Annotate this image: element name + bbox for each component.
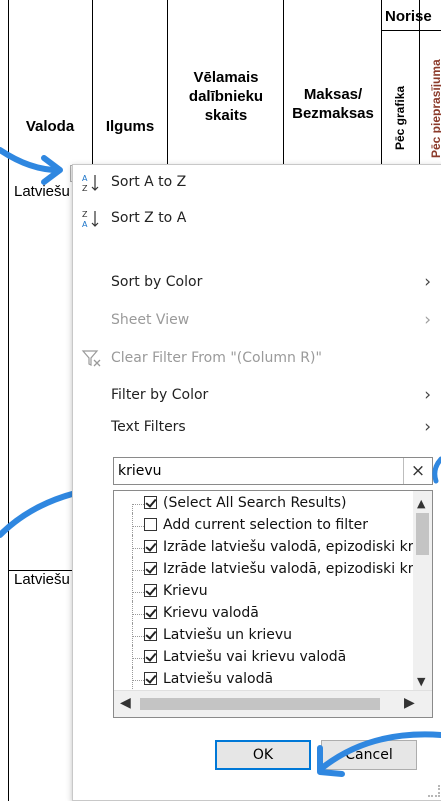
list-item-label: Latviešu un krievu bbox=[163, 627, 292, 643]
column-header-pec-grafika: Pēc grafika bbox=[393, 85, 407, 150]
tree-line bbox=[132, 548, 144, 550]
sort-ascending-icon: A Z bbox=[82, 174, 99, 193]
filter-values-list: (Select All Search Results) Add current … bbox=[113, 490, 433, 718]
grid-line bbox=[8, 0, 9, 801]
cell-valoda-1[interactable]: Latviešu bbox=[14, 183, 70, 200]
sort-by-color-item[interactable]: Sort by Color › bbox=[73, 265, 441, 301]
sheet-view-label: Sheet View bbox=[111, 312, 190, 328]
horizontal-scroll-thumb[interactable] bbox=[140, 698, 380, 710]
list-item-label: Latviešu vai krievu valodā bbox=[163, 649, 347, 665]
checkbox[interactable] bbox=[144, 518, 157, 531]
checkbox[interactable] bbox=[144, 606, 157, 619]
scroll-left-icon[interactable]: ◀ bbox=[120, 695, 131, 711]
list-item-label: Krievu valodā bbox=[163, 605, 259, 621]
tree-line bbox=[132, 614, 144, 616]
ok-button[interactable]: OK bbox=[215, 740, 311, 770]
list-item-label: Add current selection to filter bbox=[163, 517, 368, 533]
scroll-up-icon[interactable]: ▲ bbox=[417, 497, 425, 510]
column-header-pec-pieprasijuma: Pēc pieprasījuma bbox=[429, 59, 441, 158]
list-item-label: Krievu bbox=[163, 583, 208, 599]
scroll-right-icon[interactable]: ▶ bbox=[404, 695, 415, 711]
filter-search-box: × bbox=[113, 457, 433, 485]
text-filters-item[interactable]: Text Filters › bbox=[73, 410, 441, 446]
tree-line bbox=[132, 592, 144, 594]
sort-a-to-z-item[interactable]: A Z Sort A to Z bbox=[73, 165, 441, 201]
column-header-maksas: Maksas/ Bezmaksas bbox=[292, 86, 374, 122]
cell-valoda-2[interactable]: Latviešu bbox=[14, 571, 70, 588]
list-item-label: Latviešu valodā bbox=[163, 671, 274, 687]
checkbox[interactable] bbox=[144, 672, 157, 685]
checkbox[interactable] bbox=[144, 628, 157, 641]
clear-search-icon[interactable]: × bbox=[403, 458, 432, 484]
scroll-down-icon[interactable]: ▼ bbox=[417, 675, 425, 688]
checkbox[interactable] bbox=[144, 496, 157, 509]
svg-text:A: A bbox=[82, 220, 88, 229]
checkbox[interactable] bbox=[144, 540, 157, 553]
filter-by-color-item[interactable]: Filter by Color › bbox=[73, 378, 441, 414]
chevron-right-icon: › bbox=[424, 417, 431, 437]
svg-text:Z: Z bbox=[82, 184, 88, 193]
tree-line bbox=[132, 636, 144, 638]
svg-text:A: A bbox=[82, 174, 88, 183]
column-header-dalibnieku-skaits: Vēlamais dalībnieku skaits bbox=[188, 69, 264, 124]
autofilter-dropdown-menu: A Z Sort A to Z Z A Sort Z to A Sort by … bbox=[72, 164, 441, 801]
checkbox[interactable] bbox=[144, 562, 157, 575]
grid-line bbox=[381, 30, 441, 31]
vertical-scrollbar[interactable]: ▲ ▼ bbox=[413, 491, 432, 692]
checkbox[interactable] bbox=[144, 584, 157, 597]
list-item-label: Izrāde latviešu valodā, epizodiski kriev… bbox=[163, 539, 433, 555]
chevron-right-icon: › bbox=[424, 385, 431, 405]
chevron-right-icon: › bbox=[424, 272, 431, 292]
tree-line bbox=[132, 504, 144, 506]
sheet-view-item[interactable]: Sheet View › bbox=[73, 303, 441, 339]
clear-filter-label: Clear Filter From "(Column R)" bbox=[111, 350, 322, 366]
clear-filter-item[interactable]: Clear Filter From "(Column R)" bbox=[73, 341, 441, 377]
horizontal-scrollbar[interactable]: ◀ ▶ bbox=[114, 690, 432, 717]
sort-a-to-z-label: Sort A to Z bbox=[111, 174, 187, 190]
sort-z-to-a-label: Sort Z to A bbox=[111, 210, 187, 226]
tree-line bbox=[132, 570, 144, 572]
tree-line bbox=[132, 526, 144, 528]
sort-by-color-label: Sort by Color bbox=[111, 274, 203, 290]
resize-grip-icon[interactable] bbox=[428, 785, 440, 797]
text-filters-label: Text Filters bbox=[111, 419, 186, 435]
list-item-label: (Select All Search Results) bbox=[163, 495, 347, 511]
list-item-label: Izrāde latviešu valodā, epizodiski kriev… bbox=[163, 561, 433, 577]
filter-by-color-label: Filter by Color bbox=[111, 387, 209, 403]
cancel-button[interactable]: Cancel bbox=[321, 740, 417, 770]
checkbox[interactable] bbox=[144, 650, 157, 663]
clear-filter-icon bbox=[81, 350, 101, 367]
sort-descending-icon: Z A bbox=[82, 210, 99, 229]
tree-line bbox=[132, 658, 144, 660]
tree-line bbox=[132, 680, 144, 682]
column-header-ilgums: Ilgums bbox=[105, 118, 155, 135]
svg-text:Z: Z bbox=[82, 210, 88, 219]
filter-search-input[interactable] bbox=[118, 461, 398, 481]
chevron-right-icon: › bbox=[424, 310, 431, 330]
vertical-scroll-thumb[interactable] bbox=[416, 513, 429, 555]
sort-z-to-a-item[interactable]: Z A Sort Z to A bbox=[73, 201, 441, 237]
group-header-norise: Norise bbox=[385, 8, 432, 25]
column-header-valoda: Valoda bbox=[25, 118, 75, 135]
